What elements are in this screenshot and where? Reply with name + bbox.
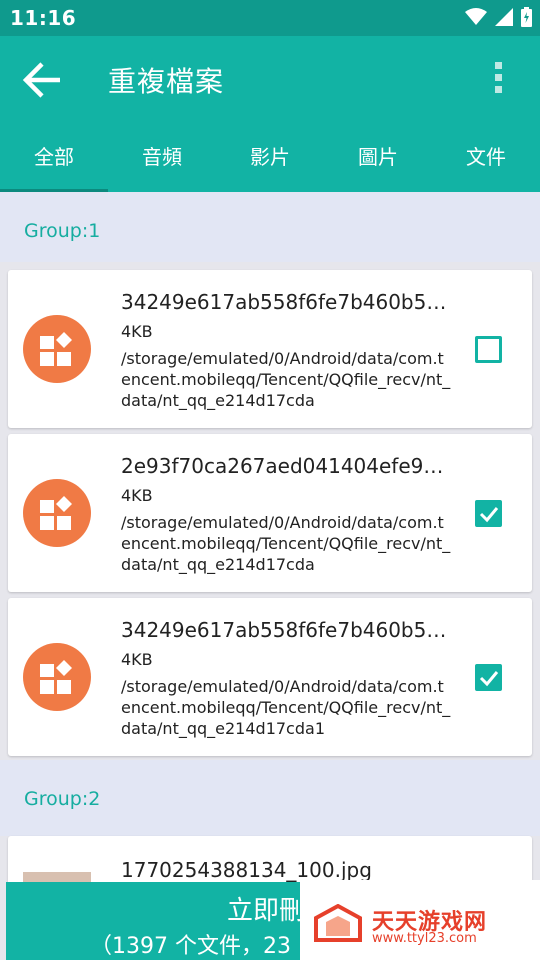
group-header: Group:1 [0,192,540,262]
group-label: Group:2 [24,788,101,810]
status-time: 11:16 [10,6,77,30]
arrow-back-icon [22,62,60,98]
group-label: Group:1 [24,220,101,242]
select-checkbox[interactable] [475,500,502,527]
file-icon [23,315,91,383]
app-grid-icon [40,496,72,530]
battery-icon [521,7,532,27]
signal-icon [495,8,513,26]
file-icon [23,479,91,547]
wifi-icon [465,8,487,25]
select-checkbox[interactable] [475,664,502,691]
file-size: 4KB [121,486,153,505]
file-name: 34249e617ab558f6fe7b460b5… [121,618,447,642]
app-grid-icon [40,660,72,694]
checkmark-icon [479,507,499,523]
file-path: /storage/emulated/0/Android/data/com.ten… [121,513,451,574]
file-icon [23,643,91,711]
category-tabs: 全部 音頻 影片 圖片 文件 [0,136,540,192]
watermark-logo-icon [314,904,362,942]
app-grid-icon [40,332,72,366]
tab-video[interactable]: 影片 [216,136,324,192]
file-card[interactable]: 34249e617ab558f6fe7b460b5… 4KB /storage/… [8,270,532,428]
more-options-icon[interactable] [492,62,504,98]
watermark: 天天游戏网 www.ttyl23.com [300,880,540,960]
status-bar: 11:16 [0,0,540,36]
file-name: 34249e617ab558f6fe7b460b5… [121,290,447,314]
watermark-url: www.ttyl23.com [372,931,477,946]
tab-all[interactable]: 全部 [0,136,108,192]
file-card[interactable]: 34249e617ab558f6fe7b460b5… 4KB /storage/… [8,598,532,756]
status-icons [465,7,532,27]
select-checkbox[interactable] [475,336,502,363]
file-size: 4KB [121,650,153,669]
file-card[interactable]: 2e93f70ca267aed041404efe9… 4KB /storage/… [8,434,532,592]
tab-documents[interactable]: 文件 [432,136,540,192]
file-size: 4KB [121,322,153,341]
file-path: /storage/emulated/0/Android/data/com.ten… [121,677,451,738]
page-title: 重複檔案 [108,65,225,98]
file-path: /storage/emulated/0/Android/data/com.ten… [121,349,451,410]
file-name: 1770254388134_100.jpg [121,858,372,882]
back-button[interactable] [22,60,64,100]
group-header: Group:2 [0,760,540,836]
checkmark-icon [479,671,499,687]
file-name: 2e93f70ca267aed041404efe9… [121,454,444,478]
tab-images[interactable]: 圖片 [324,136,432,192]
tab-audio[interactable]: 音頻 [108,136,216,192]
app-bar: 重複檔案 全部 音頻 影片 圖片 文件 [0,36,540,192]
